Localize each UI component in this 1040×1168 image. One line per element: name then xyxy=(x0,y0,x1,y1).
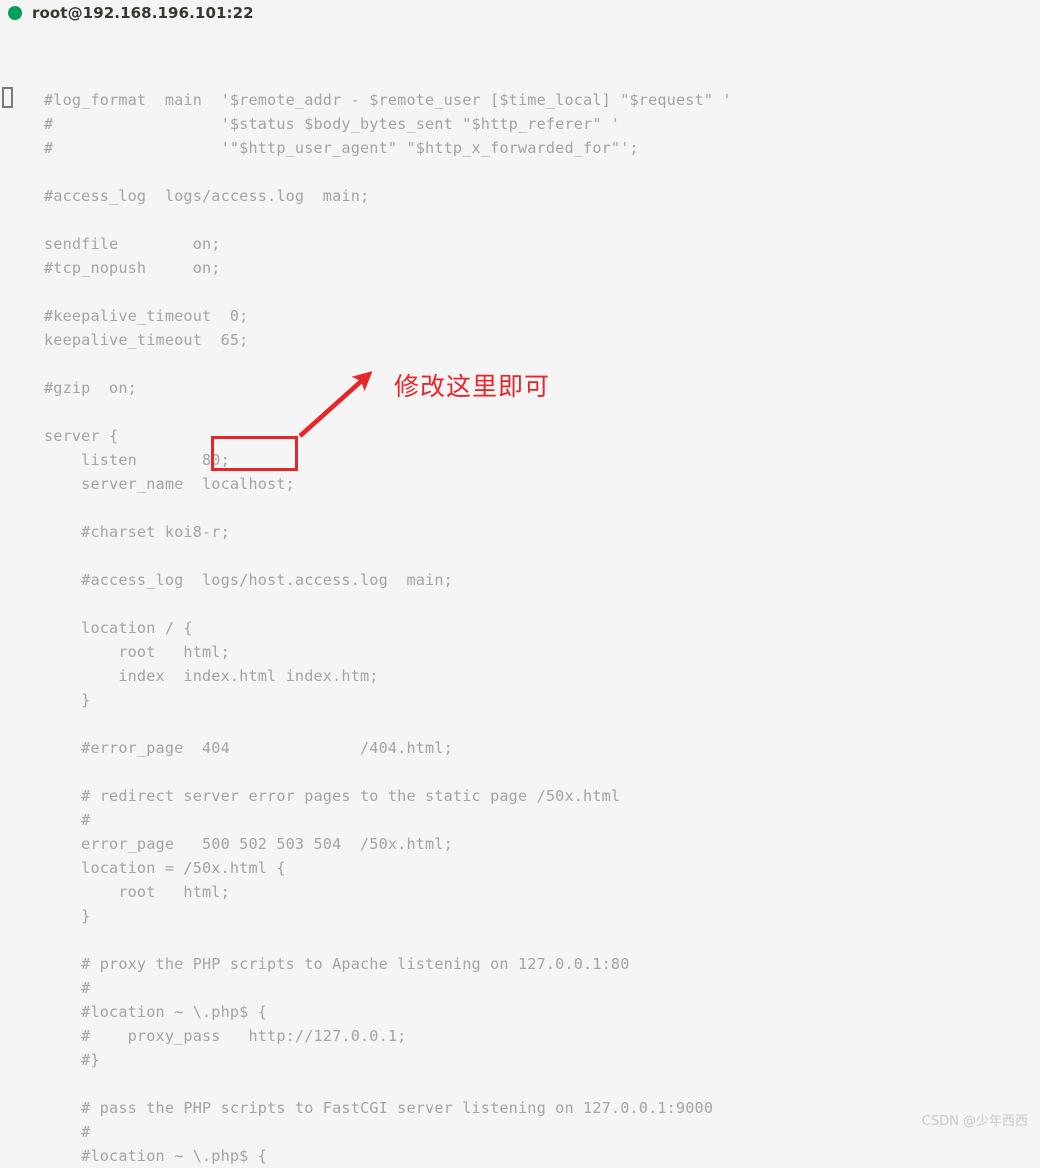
terminal-cursor-box-icon xyxy=(2,87,13,108)
nginx-conf-text[interactable]: #log_format main '$remote_addr - $remote… xyxy=(44,88,732,1168)
connection-status-dot xyxy=(8,6,22,20)
watermark: CSDN @少年西西 xyxy=(921,1114,1028,1129)
annotation-label: 修改这里即可 xyxy=(394,372,551,401)
terminal-pane[interactable]: #log_format main '$remote_addr - $remote… xyxy=(0,26,1040,1165)
window-title-bar: root@192.168.196.101:22 xyxy=(0,0,1040,26)
annotation-arrow-icon xyxy=(298,371,373,438)
window-title: root@192.168.196.101:22 xyxy=(32,4,254,22)
listen-port-highlight-box xyxy=(211,436,298,471)
